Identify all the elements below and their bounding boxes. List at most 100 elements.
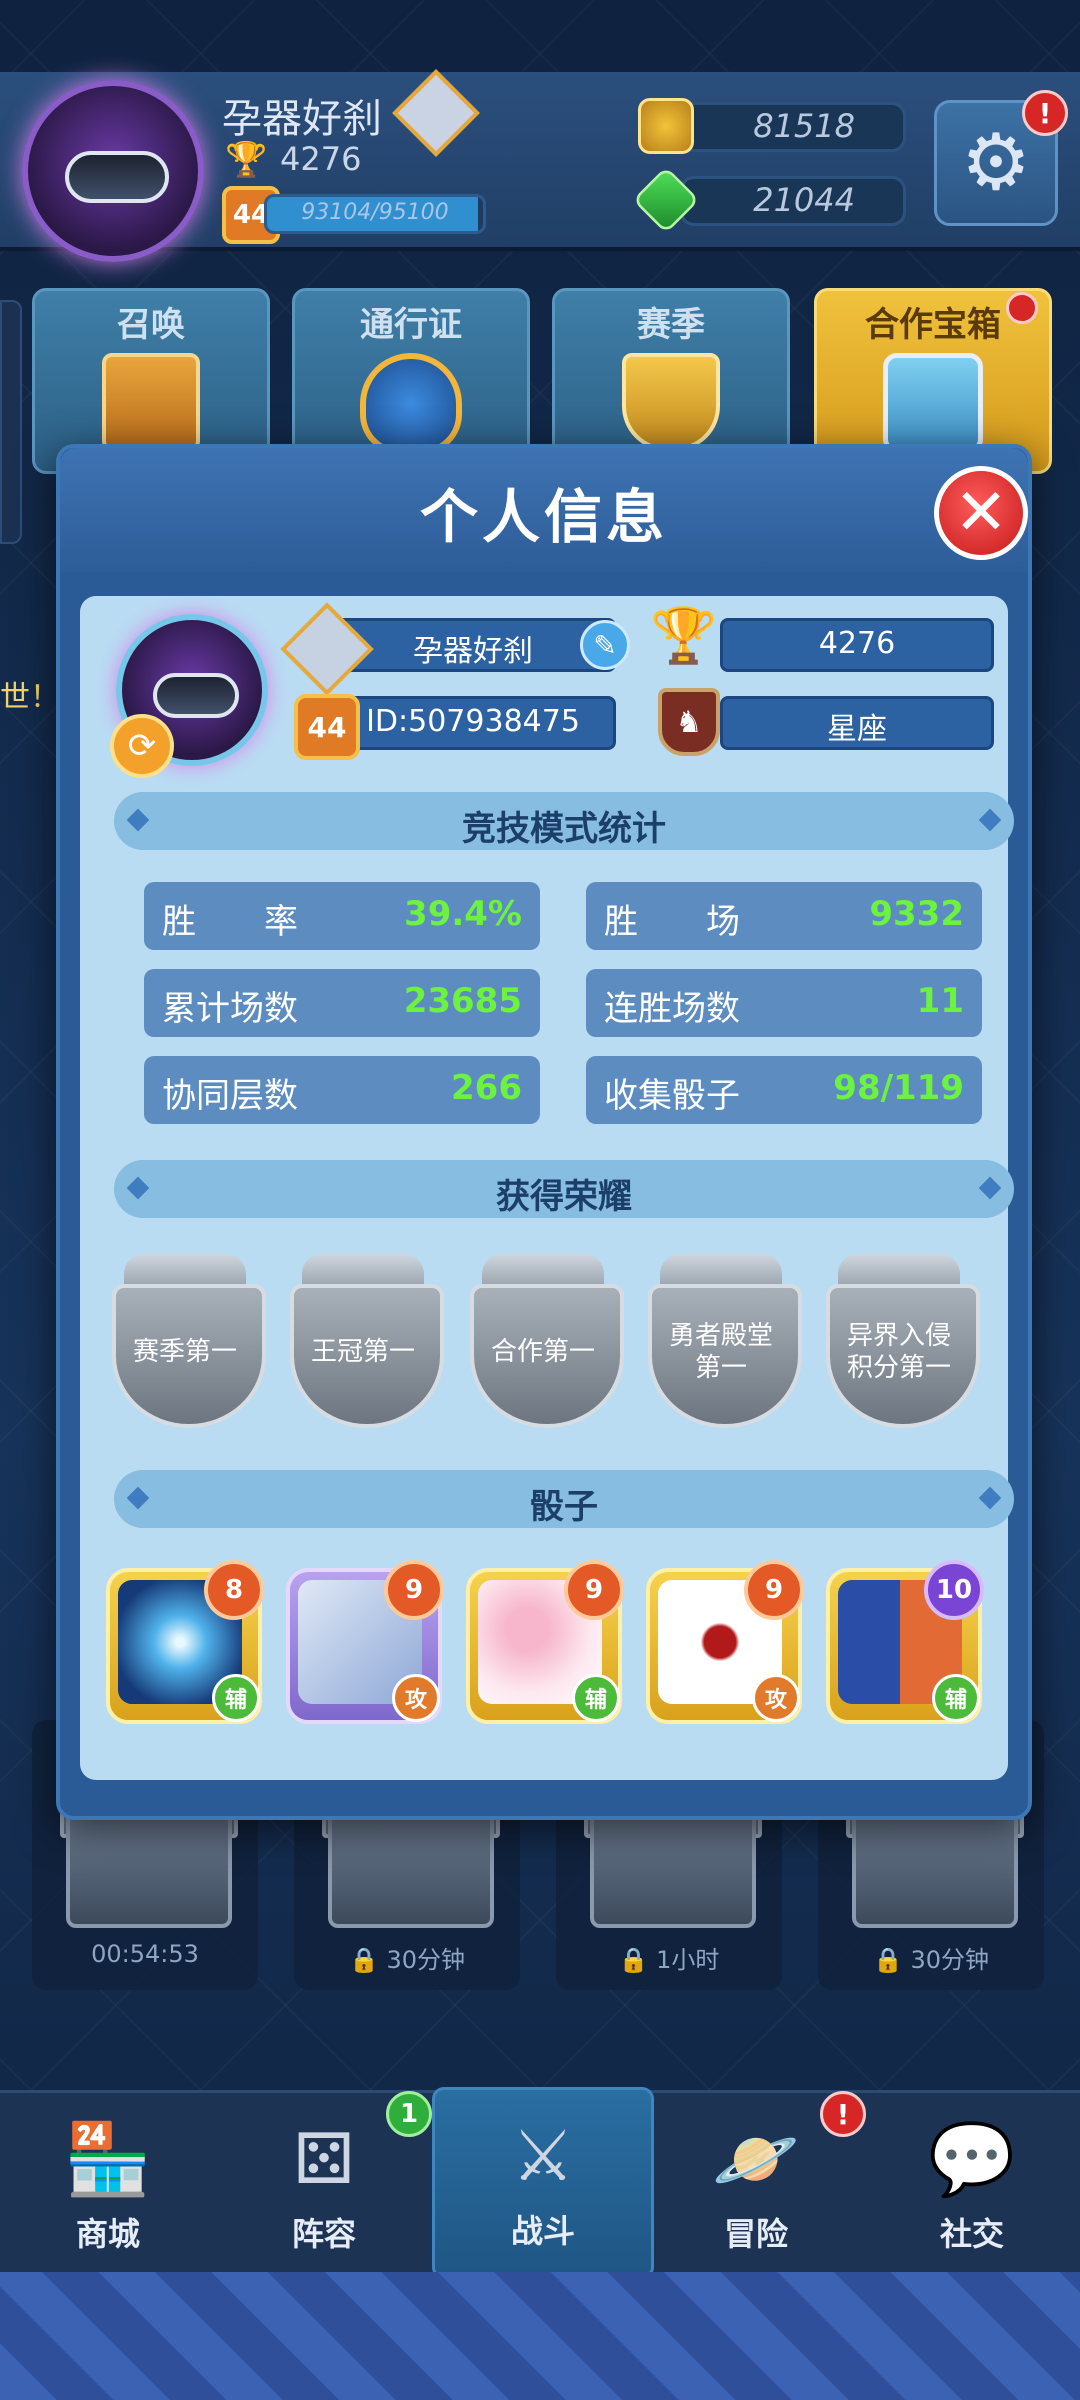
bottom-navigation: 🏪 商城 ⚄ 阵容 1 ⚔ 战斗 🪐 冒险 ! 💬 社交 (0, 2087, 1080, 2279)
nav-battle[interactable]: ⚔ 战斗 (432, 2087, 654, 2279)
chest-timer: 🔒 30分钟 (294, 1940, 520, 1975)
gold-counter: 81518 (680, 102, 906, 152)
honor-label-line2: 积分第一 (846, 1353, 951, 1383)
chest-box (590, 1810, 756, 1928)
modal-header: 个人信息 ✕ (60, 448, 1028, 572)
player-name: 孕器好刹 (222, 96, 382, 142)
refresh-icon: ⟳ (127, 726, 157, 766)
gem-counter: 21044 (680, 176, 906, 226)
nav-adventure[interactable]: 🪐 冒险 ! (648, 2091, 866, 2273)
dice-card[interactable]: 9 辅 (462, 1560, 624, 1724)
goggle-icon (152, 673, 240, 718)
coop-chest-dot (1006, 292, 1038, 324)
chest-timer: 🔒 30分钟 (818, 1940, 1044, 1975)
constellation-field[interactable]: 星座 (720, 696, 994, 750)
adventure-alert-badge: ! (820, 2091, 866, 2137)
honor-coop-first[interactable]: 合作第一 (462, 1254, 624, 1428)
side-tab[interactable] (0, 300, 22, 544)
honor-label: 赛季第一 (132, 1337, 237, 1367)
xp-progress-bar: 93104/95100 (264, 194, 486, 234)
xp-text: 93104/95100 (301, 200, 449, 225)
planet-icon: 🪐 (712, 2118, 800, 2200)
honor-label: 合作第一 (490, 1337, 595, 1367)
dice-role: 辅 (212, 1674, 260, 1722)
honor-hall-first[interactable]: 勇者殿堂 第一 (640, 1254, 802, 1428)
trophy-icon: 🏆 (225, 140, 268, 180)
close-button[interactable]: ✕ (934, 466, 1028, 560)
profile-modal: 个人信息 ✕ ⟳ 孕器好刹 ✎ 4276 🏆 ID:507938475 44 星… (56, 444, 1032, 1820)
gem-amount: 21044 (753, 181, 855, 219)
pencil-icon: ✎ (593, 628, 617, 662)
store-icon: 🏪 (64, 2118, 152, 2200)
stat-win-streak: 连胜场数 11 (586, 969, 982, 1037)
dice-section-header: 骰子 (114, 1470, 1014, 1528)
honor-crown-first[interactable]: 王冠第一 (282, 1254, 444, 1428)
change-avatar-button[interactable]: ⟳ (110, 714, 174, 778)
stats-section-header: 竞技模式统计 (114, 792, 1014, 850)
honor-label: 异界入侵 (846, 1321, 951, 1351)
gold-amount: 81518 (753, 107, 855, 145)
dice-level: 9 (744, 1560, 804, 1620)
trophy-icon: 🏆 (650, 604, 718, 667)
goggle-icon (65, 150, 169, 203)
honors-section-header: 获得荣耀 (114, 1160, 1014, 1218)
stat-value: 98/119 (833, 1068, 964, 1108)
honor-invasion-first[interactable]: 异界入侵 积分第一 (818, 1254, 980, 1428)
dice-title: 骰子 (530, 1487, 598, 1527)
stat-value: 23685 (403, 981, 522, 1021)
dice-level: 8 (204, 1560, 264, 1620)
stat-label: 连胜场数 (604, 989, 740, 1029)
lock-icon: 🔒 (618, 1946, 657, 1974)
crossed-swords-icon: ⚔ (511, 2115, 575, 2197)
dice-card[interactable]: 8 辅 (102, 1560, 264, 1724)
lineup-badge: 1 (386, 2091, 432, 2137)
profile-constellation: 星座 (827, 712, 887, 747)
edit-name-button[interactable]: ✎ (580, 620, 630, 670)
rank-badge-icon (280, 602, 374, 696)
profile-trophies: 4276 (818, 626, 896, 661)
chest-icon (883, 353, 983, 453)
dice-role: 攻 (392, 1674, 440, 1722)
stat-value: 39.4% (404, 894, 522, 934)
nav-lineup[interactable]: ⚄ 阵容 1 (216, 2091, 432, 2273)
profile-id: ID:507938475 (366, 704, 580, 739)
honor-label-line2: 第一 (694, 1353, 747, 1383)
nav-store-label: 商城 (75, 2215, 140, 2253)
stat-label: 收集骰子 (604, 1076, 740, 1116)
nav-battle-label: 战斗 (510, 2212, 575, 2250)
dice-card[interactable]: 9 攻 (282, 1560, 444, 1724)
stat-label: 累计场数 (162, 989, 298, 1029)
stat-value: 11 (916, 981, 964, 1021)
dice-role: 攻 (752, 1674, 800, 1722)
chest-timer: 🔒 1小时 (556, 1940, 782, 1975)
player-avatar[interactable] (22, 80, 204, 262)
honor-season-first[interactable]: 赛季第一 (104, 1254, 266, 1428)
dice-card[interactable]: 9 攻 (642, 1560, 804, 1724)
constellation-emblem-icon: ♞ (658, 688, 720, 756)
gear-icon: ⚙ (961, 118, 1031, 208)
close-icon: ✕ (954, 476, 1008, 550)
crown-shield-icon (360, 353, 462, 455)
bottom-decoration (0, 2272, 1080, 2400)
lock-icon: 🔒 (872, 1946, 911, 1974)
chest-time: 1小时 (656, 1946, 720, 1974)
nav-social-label: 社交 (939, 2215, 1004, 2253)
modal-body: ⟳ 孕器好刹 ✎ 4276 🏆 ID:507938475 44 星座 ♞ 竞技模… (80, 596, 1014, 1780)
stat-value: 9332 (869, 894, 964, 934)
level-badge: 44 (294, 694, 360, 760)
honors-title: 获得荣耀 (496, 1177, 632, 1217)
modal-title: 个人信息 (419, 483, 668, 551)
dice-role: 辅 (572, 1674, 620, 1722)
nav-adventure-label: 冒险 (723, 2215, 788, 2253)
nav-store[interactable]: 🏪 商城 (0, 2093, 216, 2273)
trophy-count: 4276 (280, 140, 362, 178)
settings-alert-badge: ! (1022, 90, 1068, 136)
stat-wins: 胜 场 9332 (586, 882, 982, 950)
dice-card[interactable]: 10 辅 (822, 1560, 984, 1724)
dice-level: 9 (564, 1560, 624, 1620)
stat-label: 胜 场 (604, 902, 740, 942)
name-field: 孕器好刹 (330, 618, 616, 672)
gold-coin-add-icon[interactable] (638, 98, 694, 154)
id-field: ID:507938475 (330, 696, 616, 750)
nav-social[interactable]: 💬 社交 (864, 2093, 1080, 2273)
